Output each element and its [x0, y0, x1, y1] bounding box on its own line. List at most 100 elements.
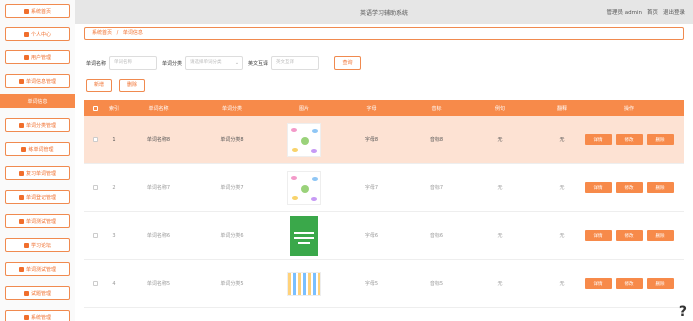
- edit-button[interactable]: 修改: [615, 278, 643, 289]
- sidebar-item-label: 用户管理: [30, 54, 51, 61]
- sidebar-item-word-info[interactable]: 单词信息: [0, 94, 75, 108]
- grid-icon: [18, 122, 24, 128]
- grid-icon: [23, 314, 29, 320]
- row-delete-button[interactable]: 删除: [646, 278, 674, 289]
- cell-example: 无: [497, 281, 503, 287]
- word-table: 索引 单词名称 单词分类 图片 字母 音标 例句 翻释 操作 1 单词名称8 单…: [84, 100, 684, 308]
- action-bar: 新增 删除: [86, 79, 145, 92]
- user-label: 管理员 admin: [606, 10, 642, 16]
- cell-phonetic: 音标7: [429, 185, 444, 191]
- book-cover-image: [290, 215, 318, 256]
- home-icon: [23, 8, 29, 14]
- edit-button[interactable]: 修改: [615, 230, 643, 241]
- sidebar-item-test-2[interactable]: 单词测试管理: [5, 262, 70, 276]
- user-icon: [23, 31, 29, 37]
- sidebar-item-label: 系统管理: [30, 314, 51, 321]
- doc-icon: [23, 290, 29, 296]
- sidebar: 系统首页 个人中心 用户管理 单词信息管理 单词信息 单词分类管理 练单词管理 …: [0, 0, 75, 321]
- cell-word-name: 单词名称7: [146, 185, 171, 191]
- word-name-input[interactable]: 单词名称: [109, 56, 158, 70]
- sidebar-item-label: 单词测试管理: [25, 266, 56, 273]
- cell-operations: 详情 修改 删除: [574, 260, 684, 307]
- app-title: 英语学习辅助系统: [359, 10, 408, 17]
- user-icon: [21, 146, 27, 152]
- top-bar: 英语学习辅助系统 管理员 admin 首页 退出登录: [75, 0, 693, 24]
- sidebar-item-review[interactable]: 复习单词管理: [5, 166, 70, 180]
- detail-button[interactable]: 详情: [584, 278, 612, 289]
- cell-index: 4: [112, 280, 116, 287]
- delete-button[interactable]: 删除: [119, 79, 145, 92]
- cell-word-name: 单词名称5: [146, 281, 171, 287]
- grid-icon: [18, 194, 24, 200]
- header-letter: 字母: [366, 105, 377, 112]
- sidebar-item-test[interactable]: 单词测试管理: [5, 214, 70, 228]
- sidebar-item-label: 单词信息管理: [25, 78, 56, 85]
- logout-link[interactable]: 退出登录: [663, 8, 685, 16]
- breadcrumb-separator: /: [116, 30, 119, 36]
- row-select-cell: [84, 212, 106, 259]
- sidebar-item-word-info-mgmt[interactable]: 单词信息管理: [5, 74, 70, 88]
- sidebar-item-practice[interactable]: 练单词管理: [5, 142, 70, 156]
- cell-letter: 字母6: [364, 233, 379, 239]
- sidebar-item-users[interactable]: 用户管理: [5, 50, 70, 64]
- top-right-menu: 管理员 admin 首页 退出登录: [606, 8, 685, 16]
- detail-button[interactable]: 详情: [584, 134, 612, 145]
- cell-operations: 详情 修改 删除: [574, 164, 684, 211]
- sidebar-item-word-category[interactable]: 单词分类管理: [5, 118, 70, 132]
- sidebar-item-register[interactable]: 单词登记管理: [5, 190, 70, 204]
- sidebar-item-home[interactable]: 系统首页: [5, 4, 70, 18]
- row-checkbox[interactable]: [92, 281, 98, 286]
- table-row: 3 单词名称6 单词分类6 字母6 音标6 无 无 详情 修改 删除: [84, 212, 684, 260]
- edit-button[interactable]: 修改: [615, 134, 643, 145]
- select-all-cell: [84, 100, 106, 116]
- cell-index: 3: [112, 232, 116, 239]
- add-button[interactable]: 新增: [86, 79, 112, 92]
- cell-image: [269, 116, 339, 163]
- cell-word-name: 单词名称6: [146, 233, 171, 239]
- home-link[interactable]: 首页: [647, 8, 658, 16]
- sidebar-item-label: 单词信息: [27, 98, 48, 105]
- cell-phonetic: 音标6: [429, 233, 444, 239]
- sidebar-item-label: 复习单词管理: [25, 170, 56, 177]
- breadcrumb-home[interactable]: 系统首页: [92, 30, 112, 36]
- translation-input[interactable]: 英文互译: [271, 56, 320, 70]
- cell-example: 无: [497, 185, 503, 191]
- row-checkbox[interactable]: [92, 185, 98, 190]
- sidebar-item-label: 个人中心: [30, 31, 51, 38]
- users-icon: [23, 54, 29, 60]
- search-button[interactable]: 查询: [334, 56, 362, 70]
- cell-operations: 详情 修改 删除: [574, 116, 684, 163]
- table-row: 4 单词名称5 单词分类5 字母5 音标5 无 无 详情 修改 删除: [84, 260, 684, 308]
- sidebar-item-label: 学习论坛: [30, 242, 51, 249]
- cell-index: 1: [112, 136, 116, 143]
- row-delete-button[interactable]: 删除: [646, 182, 674, 193]
- detail-button[interactable]: 详情: [584, 182, 612, 193]
- sidebar-item-label: 单词登记管理: [25, 194, 56, 201]
- breadcrumb-current: 单词信息: [122, 30, 143, 36]
- edit-button[interactable]: 修改: [615, 182, 643, 193]
- sidebar-item-questions[interactable]: 试题管理: [5, 286, 70, 300]
- forum-icon: [23, 242, 29, 248]
- sidebar-item-label: 单词分类管理: [25, 122, 56, 129]
- row-checkbox[interactable]: [92, 233, 98, 238]
- word-category-select[interactable]: 请选择单词分类 ⌄: [185, 56, 244, 70]
- select-all-checkbox[interactable]: [92, 105, 98, 111]
- cell-word-category: 单词分类8: [220, 137, 244, 143]
- row-select-cell: [84, 260, 106, 307]
- word-category-placeholder: 请选择单词分类: [190, 60, 222, 65]
- row-checkbox[interactable]: [92, 137, 98, 142]
- detail-button[interactable]: 详情: [584, 230, 612, 241]
- table-header: 索引 单词名称 单词分类 图片 字母 音标 例句 翻释 操作: [84, 100, 684, 116]
- row-delete-button[interactable]: 删除: [646, 230, 674, 241]
- cell-example: 无: [497, 233, 503, 239]
- sidebar-item-forum[interactable]: 学习论坛: [5, 238, 70, 252]
- help-icon[interactable]: ?: [679, 304, 687, 320]
- row-delete-button[interactable]: 删除: [646, 134, 674, 145]
- cell-word-category: 单词分类7: [220, 185, 244, 191]
- sidebar-item-profile[interactable]: 个人中心: [5, 27, 70, 41]
- grid-icon: [18, 78, 24, 84]
- sidebar-item-system[interactable]: 系统管理: [5, 310, 70, 321]
- mindmap-image: [287, 170, 321, 205]
- breadcrumb: 系统首页 / 单词信息: [84, 27, 684, 40]
- row-select-cell: [84, 116, 106, 163]
